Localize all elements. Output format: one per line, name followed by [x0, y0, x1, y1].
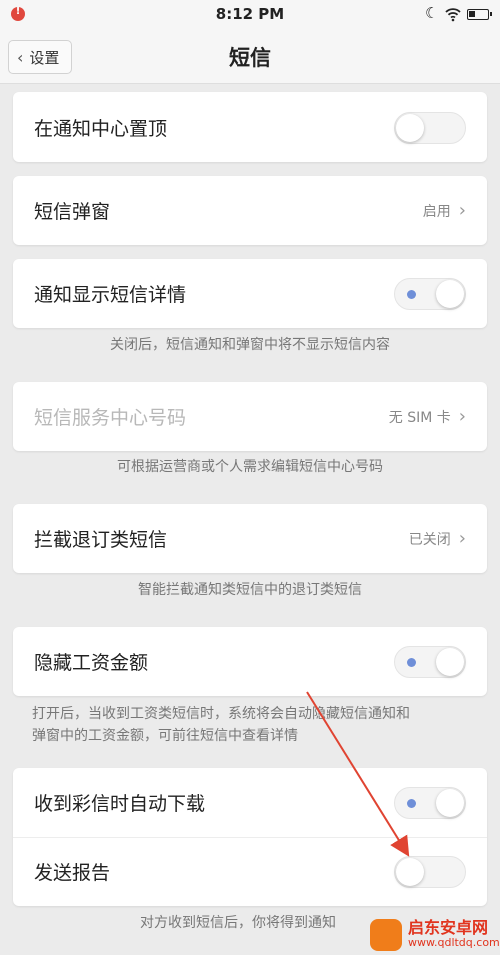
hint-line: 打开后，当收到工资类短信时，系统将会自动隐藏短信通知和 [32, 706, 410, 722]
pin-top-toggle[interactable] [394, 111, 466, 144]
setting-row-block-unsubscribe[interactable]: 拦截退订类短信 已关闭 › [13, 504, 487, 573]
settings-card-hide-salary: 隐藏工资金额 [13, 627, 487, 696]
battery-icon [467, 9, 492, 20]
chevron-right-icon: › [458, 200, 466, 221]
status-bar: 8:12 PM ☾ [0, 0, 500, 30]
watermark-logo-icon [370, 918, 402, 951]
show-details-toggle[interactable] [394, 277, 466, 310]
setting-row-show-details[interactable]: 通知显示短信详情 [13, 259, 487, 328]
setting-row-popup[interactable]: 短信弹窗 启用 › [13, 176, 487, 245]
setting-hint: 关闭后，短信通知和弹窗中将不显示短信内容 [110, 337, 390, 353]
settings-card-popup: 短信弹窗 启用 › [13, 176, 487, 245]
page-title: 短信 [229, 46, 271, 70]
setting-label: 短信服务中心号码 [34, 407, 187, 429]
setting-label: 隐藏工资金额 [34, 652, 149, 674]
setting-hint: 打开后，当收到工资类短信时，系统将会自动隐藏短信通知和 弹窗中的工资金额，可前往… [0, 703, 500, 747]
settings-card-service-center: 短信服务中心号码 无 SIM 卡 › [13, 382, 487, 451]
setting-label: 拦截退订类短信 [34, 529, 168, 551]
setting-row-delivery-report[interactable]: 发送报告 [13, 837, 487, 906]
wifi-icon [445, 8, 461, 22]
setting-label: 短信弹窗 [34, 201, 111, 223]
setting-row-mms-auto-download[interactable]: 收到彩信时自动下载 [13, 768, 487, 837]
setting-value: 启用 [422, 203, 451, 220]
watermark-url: www.qdltdq.com [408, 936, 500, 950]
settings-card-block-unsubscribe: 拦截退订类短信 已关闭 › [13, 504, 487, 573]
setting-hint: 智能拦截通知类短信中的退订类短信 [138, 582, 362, 598]
chevron-right-icon: › [458, 406, 466, 427]
setting-label: 收到彩信时自动下载 [34, 793, 206, 815]
watermark-name: 启东安卓网 [408, 918, 489, 938]
watermark: 启东安卓网 www.qdltdq.com [370, 914, 500, 955]
setting-value: 无 SIM 卡 [388, 409, 451, 426]
moon-icon: ☾ [425, 4, 439, 22]
setting-label: 在通知中心置顶 [34, 118, 168, 140]
nav-bar: ‹ 设置 短信 [0, 30, 500, 84]
settings-card-show-details: 通知显示短信详情 [13, 259, 487, 328]
delivery-report-toggle[interactable] [394, 855, 466, 888]
setting-label: 发送报告 [34, 862, 111, 884]
settings-card-pin-top: 在通知中心置顶 [13, 92, 487, 162]
chevron-right-icon: › [458, 528, 466, 549]
hint-line: 弹窗中的工资金额，可前往短信中查看详情 [32, 728, 298, 744]
setting-hint: 可根据运营商或个人需求编辑短信中心号码 [117, 459, 383, 475]
setting-row-service-center[interactable]: 短信服务中心号码 无 SIM 卡 › [13, 382, 487, 451]
mms-auto-download-toggle[interactable] [394, 786, 466, 819]
setting-label: 通知显示短信详情 [34, 284, 187, 306]
hide-salary-toggle[interactable] [394, 645, 466, 678]
setting-value: 已关闭 [408, 531, 451, 548]
settings-card-mms: 收到彩信时自动下载 发送报告 [13, 768, 487, 906]
setting-row-pin-top[interactable]: 在通知中心置顶 [13, 93, 487, 162]
setting-row-hide-salary[interactable]: 隐藏工资金额 [13, 627, 487, 696]
